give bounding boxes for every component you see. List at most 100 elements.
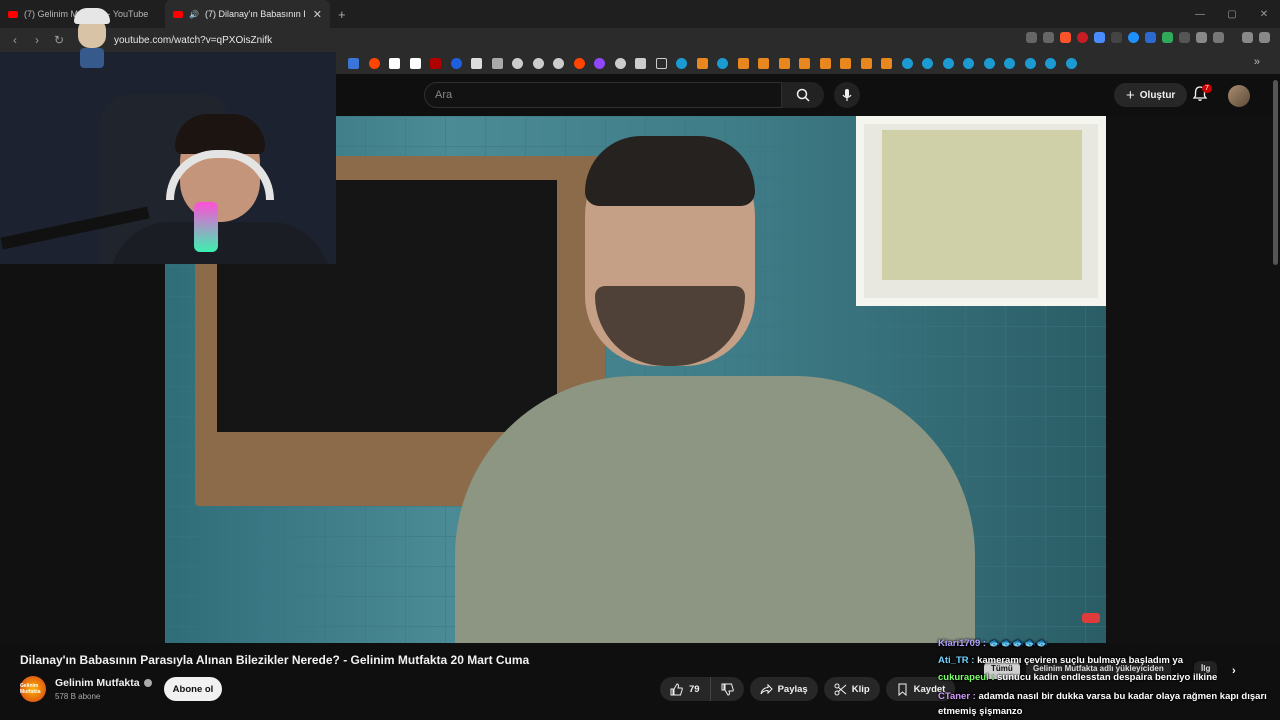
bookmark-icon[interactable] [348,57,359,69]
video-title: Dilanay'ın Babasının Parasıyla Alınan Bi… [20,653,530,667]
chat-username: cukurapeul : [938,672,995,683]
extension-icon[interactable] [1145,32,1156,43]
page-scrollbar[interactable] [1273,80,1278,265]
notification-count-badge: 7 [1202,84,1212,93]
dislike-button[interactable] [711,677,744,701]
share-icon[interactable] [1043,32,1054,43]
folder-icon[interactable] [655,57,667,69]
forward-icon[interactable]: › [30,33,44,47]
bookmark-icon[interactable] [614,57,626,69]
steam-icon[interactable] [901,57,913,69]
shirt [455,376,975,643]
extension-icon[interactable] [1077,32,1088,43]
more-bookmarks-icon[interactable]: » [1254,56,1260,68]
bookmark-icon[interactable] [450,57,462,69]
channel-avatar[interactable]: Gelinim Mutfakta [20,676,46,702]
chat-message: CTaner : adamda nasıl bir dukka varsa bu… [938,689,1268,719]
bookmark-icon[interactable] [860,57,872,69]
extension-icon[interactable] [1094,32,1105,43]
steam-icon[interactable] [676,57,687,69]
url-field[interactable]: youtube.com/watch?v=qPXOisZnifk [114,35,272,46]
video-actions: 79 Paylaş Klip Kaydet [660,677,956,701]
streamer-webcam-overlay [0,52,336,264]
bookmark-icon[interactable] [491,57,503,69]
back-icon[interactable]: ‹ [8,33,22,47]
steam-icon[interactable] [942,57,954,69]
steam-icon[interactable] [1004,57,1015,69]
bookmark-icon[interactable] [553,57,564,69]
minimize-icon[interactable]: — [1184,0,1216,28]
microphone-icon [842,89,852,101]
brave-shield-icon[interactable] [1060,32,1071,43]
bookmark-icon[interactable] [409,57,421,69]
bookmark-icon[interactable] [737,57,749,69]
chat-username: CTaner : [938,691,976,702]
screen-cast-icon[interactable] [1026,32,1037,43]
thumbs-up-icon [670,682,683,695]
bookmark-icon[interactable] [532,57,544,69]
scissors-icon [834,683,847,695]
search-icon [796,88,810,102]
chat-message: Ati_TR : kameramı çeviren suçlu bulmaya … [938,655,1183,666]
bookmark-icon[interactable] [778,57,790,69]
bookmark-icon[interactable] [573,57,585,69]
bookmark-icon[interactable] [512,57,523,69]
streamer-hair [175,114,265,154]
tab-current-video[interactable]: 🔊 (7) Dilanay'ın Babasının Paras ✕ [165,0,330,28]
like-button[interactable]: 79 [660,677,711,701]
like-dislike-group: 79 [660,677,744,701]
channel-name-row[interactable]: Gelinim Mutfakta [55,677,152,689]
chat-text: adamda nasıl bir dukka varsa bu kadar ol… [938,691,1267,717]
bookmark-icon[interactable] [368,57,380,69]
bookmark-icon[interactable] [819,57,831,69]
plus-icon: + [1126,86,1135,104]
chips-next-icon[interactable]: › [1232,665,1236,677]
bookmark-icon[interactable] [696,57,708,69]
steam-icon[interactable] [1045,57,1056,69]
maximize-icon[interactable]: ▢ [1216,0,1248,28]
verified-icon [143,679,152,687]
bookmark-icon[interactable] [594,57,605,69]
search-input[interactable]: Ara [424,82,782,108]
subscriber-count: 578 B abone [55,692,101,701]
bookmark-icon[interactable] [635,57,646,69]
subscribe-button[interactable]: Abone ol [164,677,222,701]
menu-icon[interactable] [1259,32,1270,43]
steam-icon[interactable] [922,57,933,69]
chat-message: Kiari1709 : 🐟🐟🐟🐟🐟 [938,638,1048,649]
extension-icon[interactable] [1179,32,1190,43]
puzzle-icon[interactable] [1196,32,1207,43]
bookmark-save-icon [898,683,907,696]
close-tab-icon[interactable]: ✕ [313,8,322,21]
channel-watermark-icon [1082,613,1100,623]
bookmark-icon[interactable] [430,57,441,69]
extension-icon[interactable] [1111,32,1122,43]
bookmarks-bar: » [336,52,1280,74]
steam-icon[interactable] [1065,57,1077,69]
bookmark-icon[interactable] [881,57,892,69]
share-button[interactable]: Paylaş [749,677,818,701]
bookmark-icon[interactable] [389,57,400,69]
bookmark-icon[interactable] [758,57,769,69]
voice-search-button[interactable] [834,82,860,108]
account-avatar[interactable] [1228,85,1250,107]
chat-message: cukurapeul : sunucu kadin endlesstan des… [938,672,1217,683]
bookmark-icon[interactable] [840,57,851,69]
extension-icon[interactable] [1128,32,1139,43]
new-tab-button[interactable]: + [330,7,354,22]
steam-icon[interactable] [717,57,728,69]
playlist-icon[interactable] [1242,32,1253,43]
bookmark-icon[interactable] [799,57,810,69]
create-button[interactable]: + Oluştur [1114,83,1188,107]
steam-icon[interactable] [983,57,995,69]
bookmark-icon[interactable] [471,57,482,69]
steam-icon[interactable] [963,57,974,69]
channel-name[interactable]: Gelinim Mutfakta [55,677,140,689]
clip-button[interactable]: Klip [823,677,880,701]
sidebar-icon[interactable] [1213,32,1224,43]
search-button[interactable] [782,82,824,108]
extension-icon[interactable] [1162,32,1173,43]
reload-icon[interactable]: ↻ [52,33,66,47]
steam-icon[interactable] [1024,57,1036,69]
close-window-icon[interactable]: ✕ [1248,0,1280,28]
